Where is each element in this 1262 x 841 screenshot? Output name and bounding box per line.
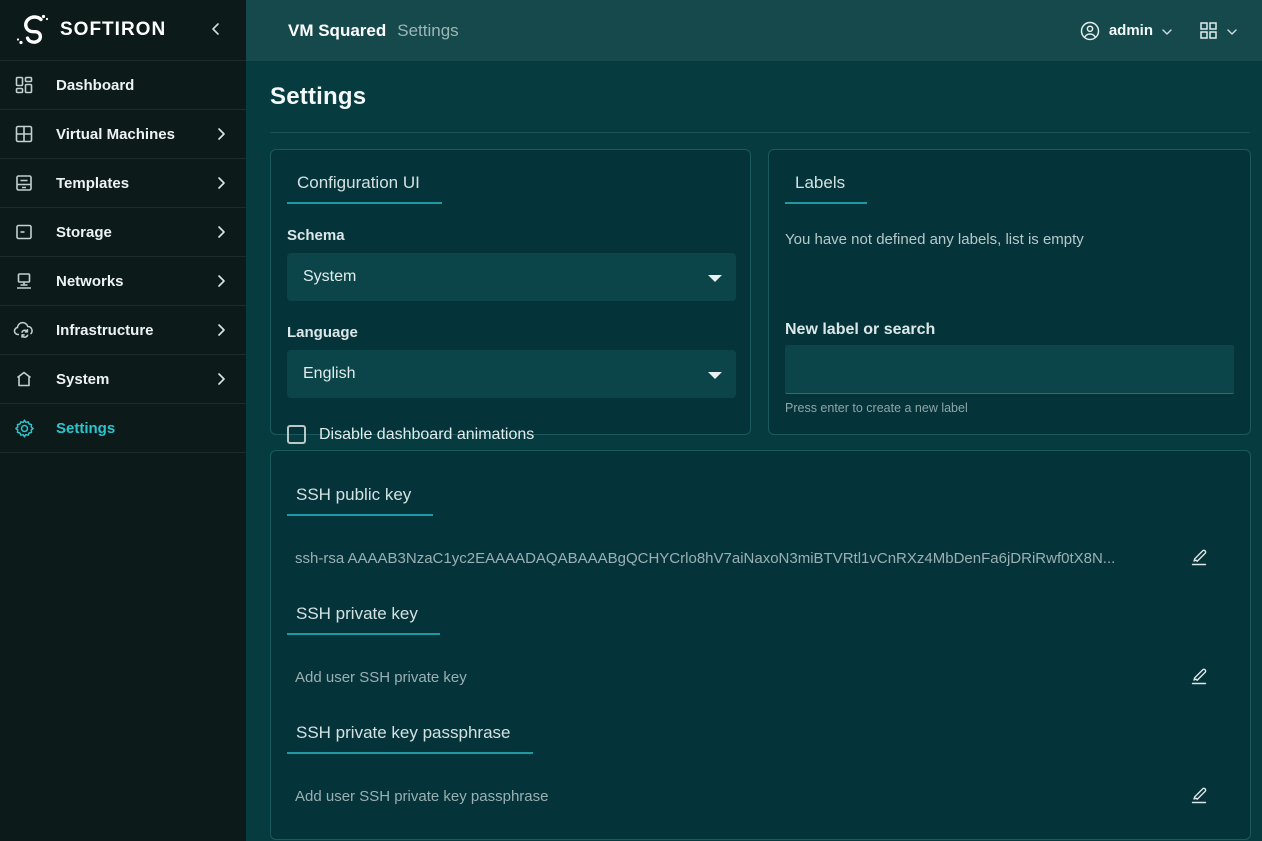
chevron-right-icon (214, 176, 228, 190)
ssh-private-key-placeholder: Add user SSH private key (295, 669, 467, 686)
infrastructure-icon (13, 319, 35, 341)
pencil-edit-icon (1188, 796, 1210, 811)
page-title: Settings (270, 83, 1250, 111)
sidebar-item-networks[interactable]: Networks (0, 257, 246, 306)
sidebar-item-label: Infrastructure (56, 322, 214, 339)
templates-icon (13, 172, 35, 194)
language-select-value: English (303, 365, 355, 383)
ssh-keys-card: SSH public key ssh-rsa AAAAB3NzaC1yc2EAA… (270, 450, 1251, 840)
language-select[interactable]: English (287, 350, 736, 398)
edit-ssh-public-key-button[interactable] (1188, 546, 1210, 570)
sidebar-item-settings[interactable]: Settings (0, 404, 246, 453)
sidebar-item-storage[interactable]: Storage (0, 208, 246, 257)
dashboard-icon (13, 74, 35, 96)
labels-card: Labels You have not defined any labels, … (768, 149, 1251, 435)
sidebar: SOFTIRON Dashboard Virtual Machines (0, 0, 246, 841)
ssh-public-key-title: SSH public key (287, 479, 433, 516)
storage-icon (13, 221, 35, 243)
pencil-edit-icon (1188, 558, 1210, 573)
disable-animations-label: Disable dashboard animations (319, 426, 534, 444)
sidebar-item-label: System (56, 371, 214, 388)
edit-ssh-private-key-button[interactable] (1188, 665, 1210, 689)
sidebar-item-dashboard[interactable]: Dashboard (0, 61, 246, 110)
sidebar-item-label: Virtual Machines (56, 126, 214, 143)
user-name: admin (1109, 22, 1153, 39)
chevron-down-icon (1226, 25, 1238, 37)
ssh-public-key-value: ssh-rsa AAAAB3NzaC1yc2EAAAADAQABAAABgQCH… (295, 550, 1115, 567)
caret-down-icon (708, 372, 722, 379)
configuration-ui-title: Configuration UI (287, 166, 442, 204)
chevron-right-icon (214, 274, 228, 288)
content-area: Settings Configuration UI Schema System … (246, 61, 1262, 841)
page-divider (270, 132, 1250, 133)
sidebar-item-label: Networks (56, 273, 214, 290)
sidebar-nav: Dashboard Virtual Machines Templates (0, 61, 246, 453)
brand-name: SOFTIRON (60, 19, 204, 41)
settings-gear-icon (13, 417, 35, 439)
user-avatar-icon (1079, 20, 1101, 42)
sidebar-item-templates[interactable]: Templates (0, 159, 246, 208)
sidebar-item-system[interactable]: System (0, 355, 246, 404)
schema-select[interactable]: System (287, 253, 736, 301)
new-label-input-label: New label or search (785, 321, 1234, 339)
configuration-ui-card: Configuration UI Schema System Language … (270, 149, 751, 435)
ssh-passphrase-title: SSH private key passphrase (287, 717, 533, 754)
ssh-passphrase-placeholder: Add user SSH private key passphrase (295, 788, 548, 805)
sidebar-item-label: Storage (56, 224, 214, 241)
sidebar-item-virtual-machines[interactable]: Virtual Machines (0, 110, 246, 159)
language-label: Language (287, 324, 734, 341)
ssh-private-key-title: SSH private key (287, 598, 440, 635)
sidebar-item-infrastructure[interactable]: Infrastructure (0, 306, 246, 355)
caret-down-icon (708, 275, 722, 282)
user-menu[interactable]: admin (1079, 20, 1173, 42)
breadcrumb-page: Settings (397, 21, 458, 41)
apps-menu[interactable] (1199, 21, 1238, 40)
labels-title: Labels (785, 166, 867, 204)
edit-ssh-passphrase-button[interactable] (1188, 784, 1210, 808)
chevron-right-icon (214, 323, 228, 337)
sidebar-item-label: Dashboard (56, 77, 228, 94)
chevron-right-icon (214, 225, 228, 239)
schema-label: Schema (287, 227, 734, 244)
disable-animations-checkbox[interactable] (287, 425, 306, 444)
labels-empty-message: You have not defined any labels, list is… (785, 231, 1234, 248)
apps-grid-icon (1199, 21, 1218, 40)
networks-icon (13, 270, 35, 292)
logo-bar: SOFTIRON (0, 0, 246, 61)
virtual-machines-icon (13, 123, 35, 145)
system-icon (13, 368, 35, 390)
new-label-hint: Press enter to create a new label (785, 401, 1234, 415)
chevron-down-icon (1161, 25, 1173, 37)
chevron-right-icon (214, 372, 228, 386)
softiron-logo-icon (14, 11, 52, 49)
chevron-right-icon (214, 127, 228, 141)
schema-select-value: System (303, 268, 356, 286)
sidebar-item-label: Settings (56, 420, 228, 437)
pencil-edit-icon (1188, 677, 1210, 692)
sidebar-collapse-button[interactable] (204, 18, 228, 42)
main-column: VM Squared Settings admin (246, 0, 1262, 841)
new-label-input[interactable] (785, 345, 1234, 394)
top-header-bar: VM Squared Settings admin (246, 0, 1262, 61)
sidebar-item-label: Templates (56, 175, 214, 192)
app-title: VM Squared (288, 21, 386, 41)
chevron-left-icon (209, 22, 223, 39)
